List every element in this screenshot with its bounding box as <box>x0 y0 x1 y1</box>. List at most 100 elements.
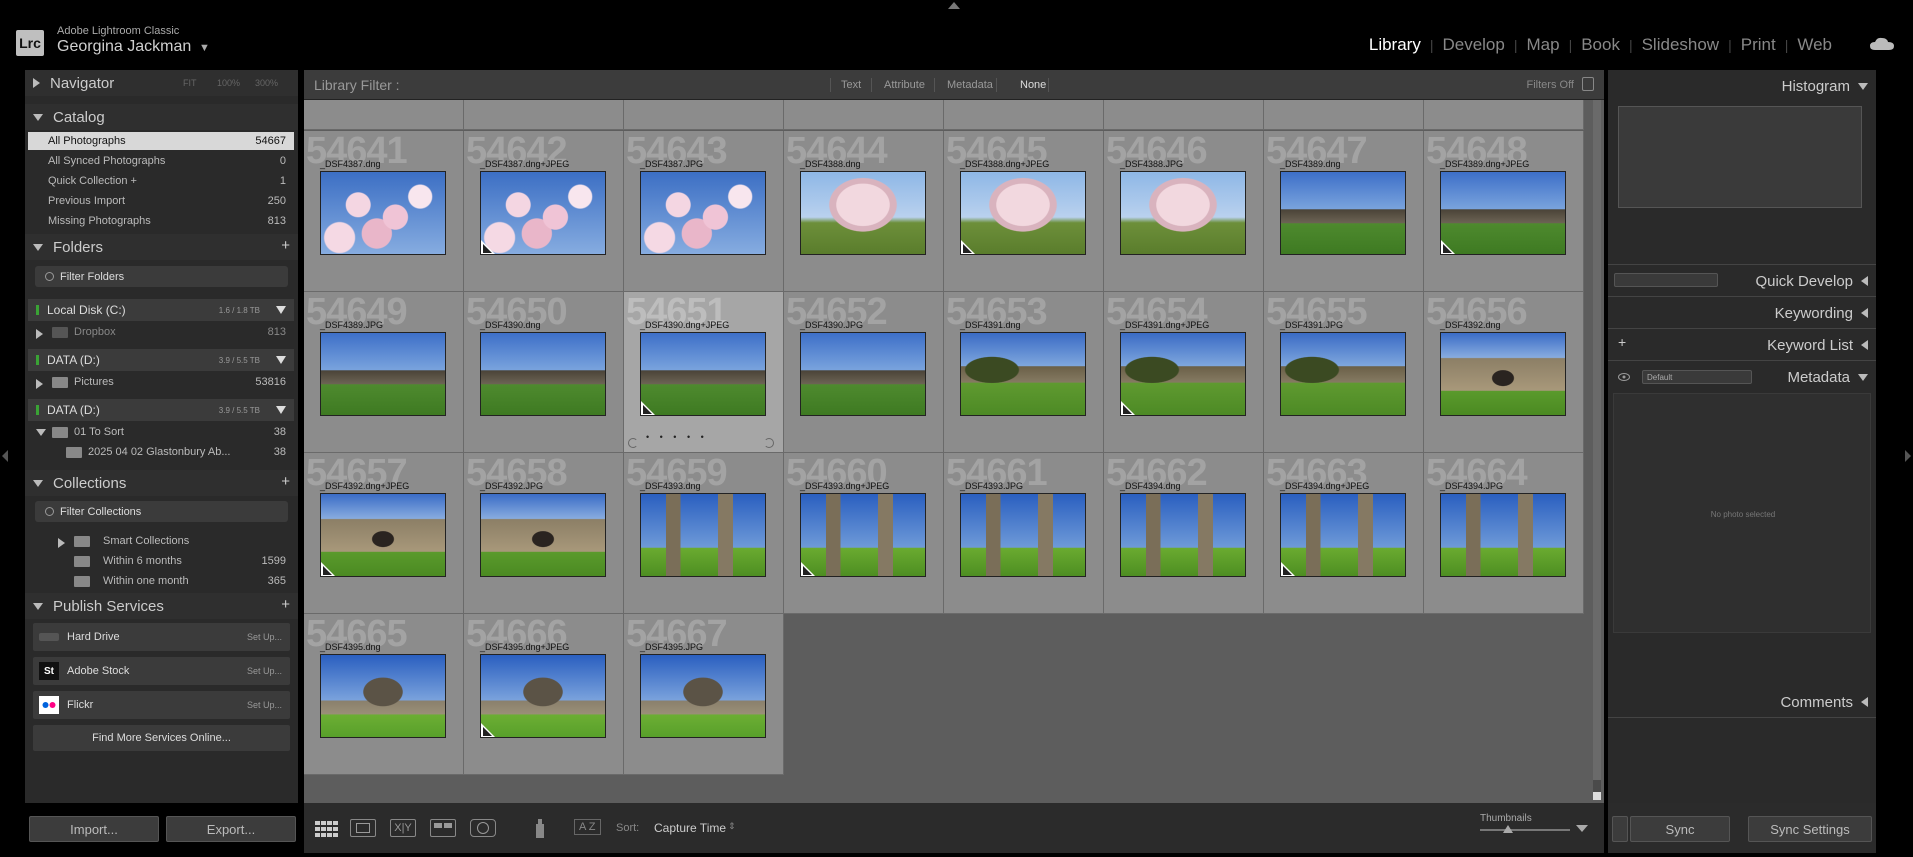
find-more-services-button[interactable]: Find More Services Online... <box>33 725 290 751</box>
import-button[interactable]: Import... <box>29 816 159 842</box>
grid-scrollbar[interactable] <box>1590 100 1604 800</box>
grid-cell-partial[interactable] <box>1424 100 1584 130</box>
folders-header[interactable]: Folders + <box>25 234 298 260</box>
photo-thumbnail[interactable] <box>800 493 926 577</box>
collection-within-one-month[interactable]: Within one month 365 <box>28 572 294 592</box>
publish-flickr[interactable]: Flickr Set Up... <box>33 691 290 719</box>
stack-badge-icon[interactable] <box>321 562 335 576</box>
grid-cell[interactable]: 54659 _DSF4393.dng <box>624 453 784 614</box>
grid-cell[interactable]: 54652 _DSF4390.JPG <box>784 292 944 453</box>
zoom-fit[interactable]: FIT <box>183 78 197 88</box>
grid-cell[interactable]: 54660 _DSF4393.dng+JPEG <box>784 453 944 614</box>
expand-triangle-icon[interactable] <box>36 379 43 389</box>
photo-thumbnail[interactable] <box>320 493 446 577</box>
service-setup[interactable]: Set Up... <box>247 632 282 642</box>
photo-thumbnail[interactable] <box>1280 171 1406 255</box>
catalog-missing[interactable]: Missing Photographs 813 <box>28 212 294 230</box>
module-develop[interactable]: Develop <box>1433 35 1513 55</box>
zoom-100[interactable]: 100% <box>217 78 240 88</box>
photo-thumbnail[interactable] <box>1440 493 1566 577</box>
publish-adobe-stock[interactable]: St Adobe Stock Set Up... <box>33 657 290 685</box>
grid-cell-partial[interactable] <box>1264 100 1424 130</box>
photo-thumbnail[interactable] <box>1280 493 1406 577</box>
grid-view-icon[interactable] <box>314 819 340 839</box>
photo-thumbnail[interactable] <box>480 654 606 738</box>
photo-thumbnail[interactable] <box>320 171 446 255</box>
grid-cell[interactable]: 54643 _DSF4387.JPG <box>624 131 784 292</box>
photo-thumbnail[interactable] <box>800 171 926 255</box>
grid-cell-partial[interactable] <box>1104 100 1264 130</box>
photo-thumbnail[interactable] <box>640 654 766 738</box>
volume-data-d-2[interactable]: DATA (D:) 3.9 / 5.5 TB <box>28 399 294 421</box>
rating-dots[interactable]: • • • • • <box>646 432 708 442</box>
stack-badge-icon[interactable] <box>961 240 975 254</box>
photo-thumbnail[interactable] <box>960 332 1086 416</box>
service-setup[interactable]: Set Up... <box>247 700 282 710</box>
module-slideshow[interactable]: Slideshow <box>1633 35 1729 55</box>
grid-cell-partial[interactable] <box>464 100 624 130</box>
sort-dropdown[interactable]: Capture Time <box>654 821 726 835</box>
module-library[interactable]: Library <box>1360 35 1430 55</box>
volume-local-disk-c[interactable]: Local Disk (C:) 1.6 / 1.8 TB <box>28 299 294 321</box>
catalog-all-synced[interactable]: All Synced Photographs 0 <box>28 152 294 170</box>
photo-thumbnail[interactable] <box>1120 493 1246 577</box>
loupe-view-icon[interactable] <box>350 819 376 837</box>
grid-cell[interactable]: 54642 _DSF4387.dng+JPEG <box>464 131 624 292</box>
photo-thumbnail[interactable] <box>960 171 1086 255</box>
folder-01-to-sort[interactable]: 01 To Sort 38 <box>28 423 294 443</box>
photo-thumbnail[interactable] <box>640 493 766 577</box>
photo-thumbnail[interactable] <box>800 332 926 416</box>
filter-text[interactable]: Text <box>841 79 861 91</box>
metadata-header[interactable]: Metadata <box>1608 363 1876 391</box>
grid-cell[interactable]: 54653 _DSF4391.dng <box>944 292 1104 453</box>
volume-dropdown-icon[interactable] <box>276 406 286 414</box>
folder-dropbox[interactable]: Dropbox 813 <box>28 323 294 343</box>
navigator-header[interactable]: Navigator FIT 100% 300% <box>25 70 298 96</box>
quick-develop-header[interactable]: Quick Develop <box>1608 267 1876 295</box>
grid-cell[interactable]: 54641 _DSF4387.dng <box>304 131 464 292</box>
module-map[interactable]: Map <box>1517 35 1568 55</box>
filter-lock-icon[interactable] <box>1582 77 1594 91</box>
folder-glastonbury[interactable]: 2025 04 02 Glastonbury Ab... 38 <box>28 443 294 463</box>
filter-none[interactable]: None <box>1020 79 1046 91</box>
stack-badge-icon[interactable] <box>1441 240 1455 254</box>
toolbar-options-dropdown-icon[interactable] <box>1576 825 1588 832</box>
grid-cell[interactable]: 54656 _DSF4392.dng <box>1424 292 1584 453</box>
grid-cell[interactable]: 54655 _DSF4391.JPG <box>1264 292 1424 453</box>
comments-header[interactable]: Comments <box>1608 688 1876 716</box>
keywording-header[interactable]: Keywording <box>1608 299 1876 327</box>
grid-cell-partial[interactable] <box>624 100 784 130</box>
expand-triangle-icon[interactable] <box>36 329 43 339</box>
grid-cell[interactable]: 54667 _DSF4395.JPG <box>624 614 784 775</box>
grid-cell[interactable]: 54654 _DSF4391.dng+JPEG <box>1104 292 1264 453</box>
module-print[interactable]: Print <box>1732 35 1785 55</box>
catalog-previous-import[interactable]: Previous Import 250 <box>28 192 294 210</box>
grid-cell[interactable]: 54662 _DSF4394.dng <box>1104 453 1264 614</box>
volume-dropdown-icon[interactable] <box>276 306 286 314</box>
left-panel-toggle-icon[interactable] <box>2 450 8 462</box>
grid-cell[interactable]: 54647 _DSF4389.dng <box>1264 131 1424 292</box>
stack-badge-icon[interactable] <box>801 562 815 576</box>
collapse-top-arrow-icon[interactable] <box>948 2 960 9</box>
histogram-header[interactable]: Histogram <box>1608 72 1876 100</box>
filter-folders-input[interactable]: Filter Folders <box>35 266 288 287</box>
photo-thumbnail[interactable] <box>640 171 766 255</box>
photo-thumbnail[interactable] <box>320 654 446 738</box>
right-panel-toggle-icon[interactable] <box>1905 450 1911 462</box>
photo-thumbnail[interactable] <box>1280 332 1406 416</box>
stack-badge-icon[interactable] <box>1121 401 1135 415</box>
grid-cell-partial[interactable] <box>304 100 464 130</box>
photo-thumbnail[interactable] <box>1440 171 1566 255</box>
photo-thumbnail[interactable] <box>480 171 606 255</box>
grid-cell[interactable]: 54657 _DSF4392.dng+JPEG <box>304 453 464 614</box>
user-name[interactable]: Georgina Jackman <box>57 38 191 56</box>
volume-data-d[interactable]: DATA (D:) 3.9 / 5.5 TB <box>28 349 294 371</box>
service-setup[interactable]: Set Up... <box>247 666 282 676</box>
filter-metadata[interactable]: Metadata <box>947 79 993 91</box>
module-book[interactable]: Book <box>1572 35 1629 55</box>
grid-cell[interactable]: 54651 _DSF4390.dng+JPEG • • • • • <box>624 292 784 453</box>
collection-smart-collections[interactable]: Smart Collections <box>28 532 294 552</box>
cloud-sync-icon[interactable] <box>1869 37 1895 51</box>
photo-thumbnail[interactable] <box>480 493 606 577</box>
photo-thumbnail[interactable] <box>640 332 766 416</box>
